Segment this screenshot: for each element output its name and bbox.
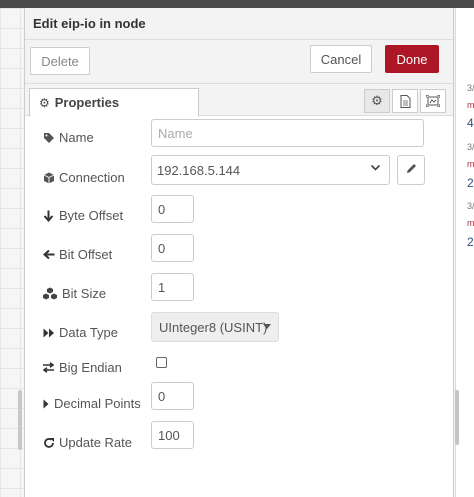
bit-size-input[interactable]: 1 xyxy=(151,273,194,301)
sidebar-scrollbar[interactable] xyxy=(455,390,459,445)
update-rate-label: Update Rate xyxy=(41,435,132,450)
editor-header-bar xyxy=(0,0,474,8)
name-input[interactable]: Name xyxy=(151,119,424,147)
big-endian-checkbox[interactable] xyxy=(156,357,167,368)
dialog-title: Edit eip-io in node xyxy=(25,8,453,40)
description-tab-file-icon[interactable] xyxy=(392,89,418,113)
cubes-icon xyxy=(41,287,59,300)
tab-properties[interactable]: ⚙ Properties xyxy=(29,88,199,117)
big-endian-label: Big Endian xyxy=(41,360,122,375)
connection-value: 192.168.5.144 xyxy=(157,162,241,178)
workspace-scrollbar[interactable] xyxy=(18,390,22,450)
bit-size-label: Bit Size xyxy=(41,286,106,301)
arrow-left-icon xyxy=(41,249,56,260)
cube-icon xyxy=(41,172,56,184)
chevron-down-icon xyxy=(370,162,381,176)
byte-offset-input[interactable]: 0 xyxy=(151,195,194,223)
exchange-icon xyxy=(41,362,56,373)
refresh-icon xyxy=(41,437,56,449)
edit-node-dialog: Edit eip-io in node Delete Cancel Done ⚙… xyxy=(24,8,454,497)
debug-timestamp: 3/ xyxy=(467,83,474,93)
debug-topic: m xyxy=(467,100,474,110)
edit-connection-button[interactable] xyxy=(397,155,425,185)
debug-value: 4 xyxy=(467,116,474,130)
data-type-value: UInteger8 (USINT) xyxy=(159,319,268,335)
debug-value: 2 xyxy=(467,176,474,190)
bit-offset-input[interactable]: 0 xyxy=(151,234,194,262)
settings-tab-gear-icon[interactable]: ⚙ xyxy=(364,89,390,113)
debug-timestamp: 3/ xyxy=(467,201,474,211)
decimal-points-input[interactable]: 0 xyxy=(151,382,194,410)
data-type-label: Data Type xyxy=(41,325,118,340)
cancel-button[interactable]: Cancel xyxy=(310,45,372,73)
forward-icon xyxy=(41,328,56,338)
caret-down-icon xyxy=(263,324,271,329)
tag-icon xyxy=(41,132,56,144)
debug-timestamp: 3/ xyxy=(467,142,474,152)
delete-button[interactable]: Delete xyxy=(30,47,90,75)
connection-select[interactable]: 192.168.5.144 xyxy=(151,155,390,185)
debug-topic: m xyxy=(467,218,474,228)
pencil-icon xyxy=(406,163,417,177)
connection-label: Connection xyxy=(41,170,125,185)
debug-value: 2 xyxy=(467,235,474,249)
tab-bar: ⚙ Properties ⚙ xyxy=(25,84,453,117)
bit-offset-label: Bit Offset xyxy=(41,247,112,262)
appearance-tab-frame-icon[interactable] xyxy=(420,89,446,113)
debug-topic: m xyxy=(467,159,474,169)
tab-properties-label: Properties xyxy=(54,95,120,110)
data-type-dropdown[interactable]: UInteger8 (USINT) xyxy=(151,312,279,342)
update-rate-input[interactable]: 100 xyxy=(151,421,194,449)
gear-icon: ⚙ xyxy=(39,95,50,110)
decimal-points-label: Decimal Points xyxy=(41,396,141,411)
name-label: Name xyxy=(41,130,94,145)
byte-offset-label: Byte Offset xyxy=(41,208,123,223)
dialog-toolbar: Delete Cancel Done xyxy=(25,40,453,84)
done-button[interactable]: Done xyxy=(385,45,439,73)
caret-right-icon xyxy=(41,399,51,409)
arrow-down-icon xyxy=(41,210,56,222)
